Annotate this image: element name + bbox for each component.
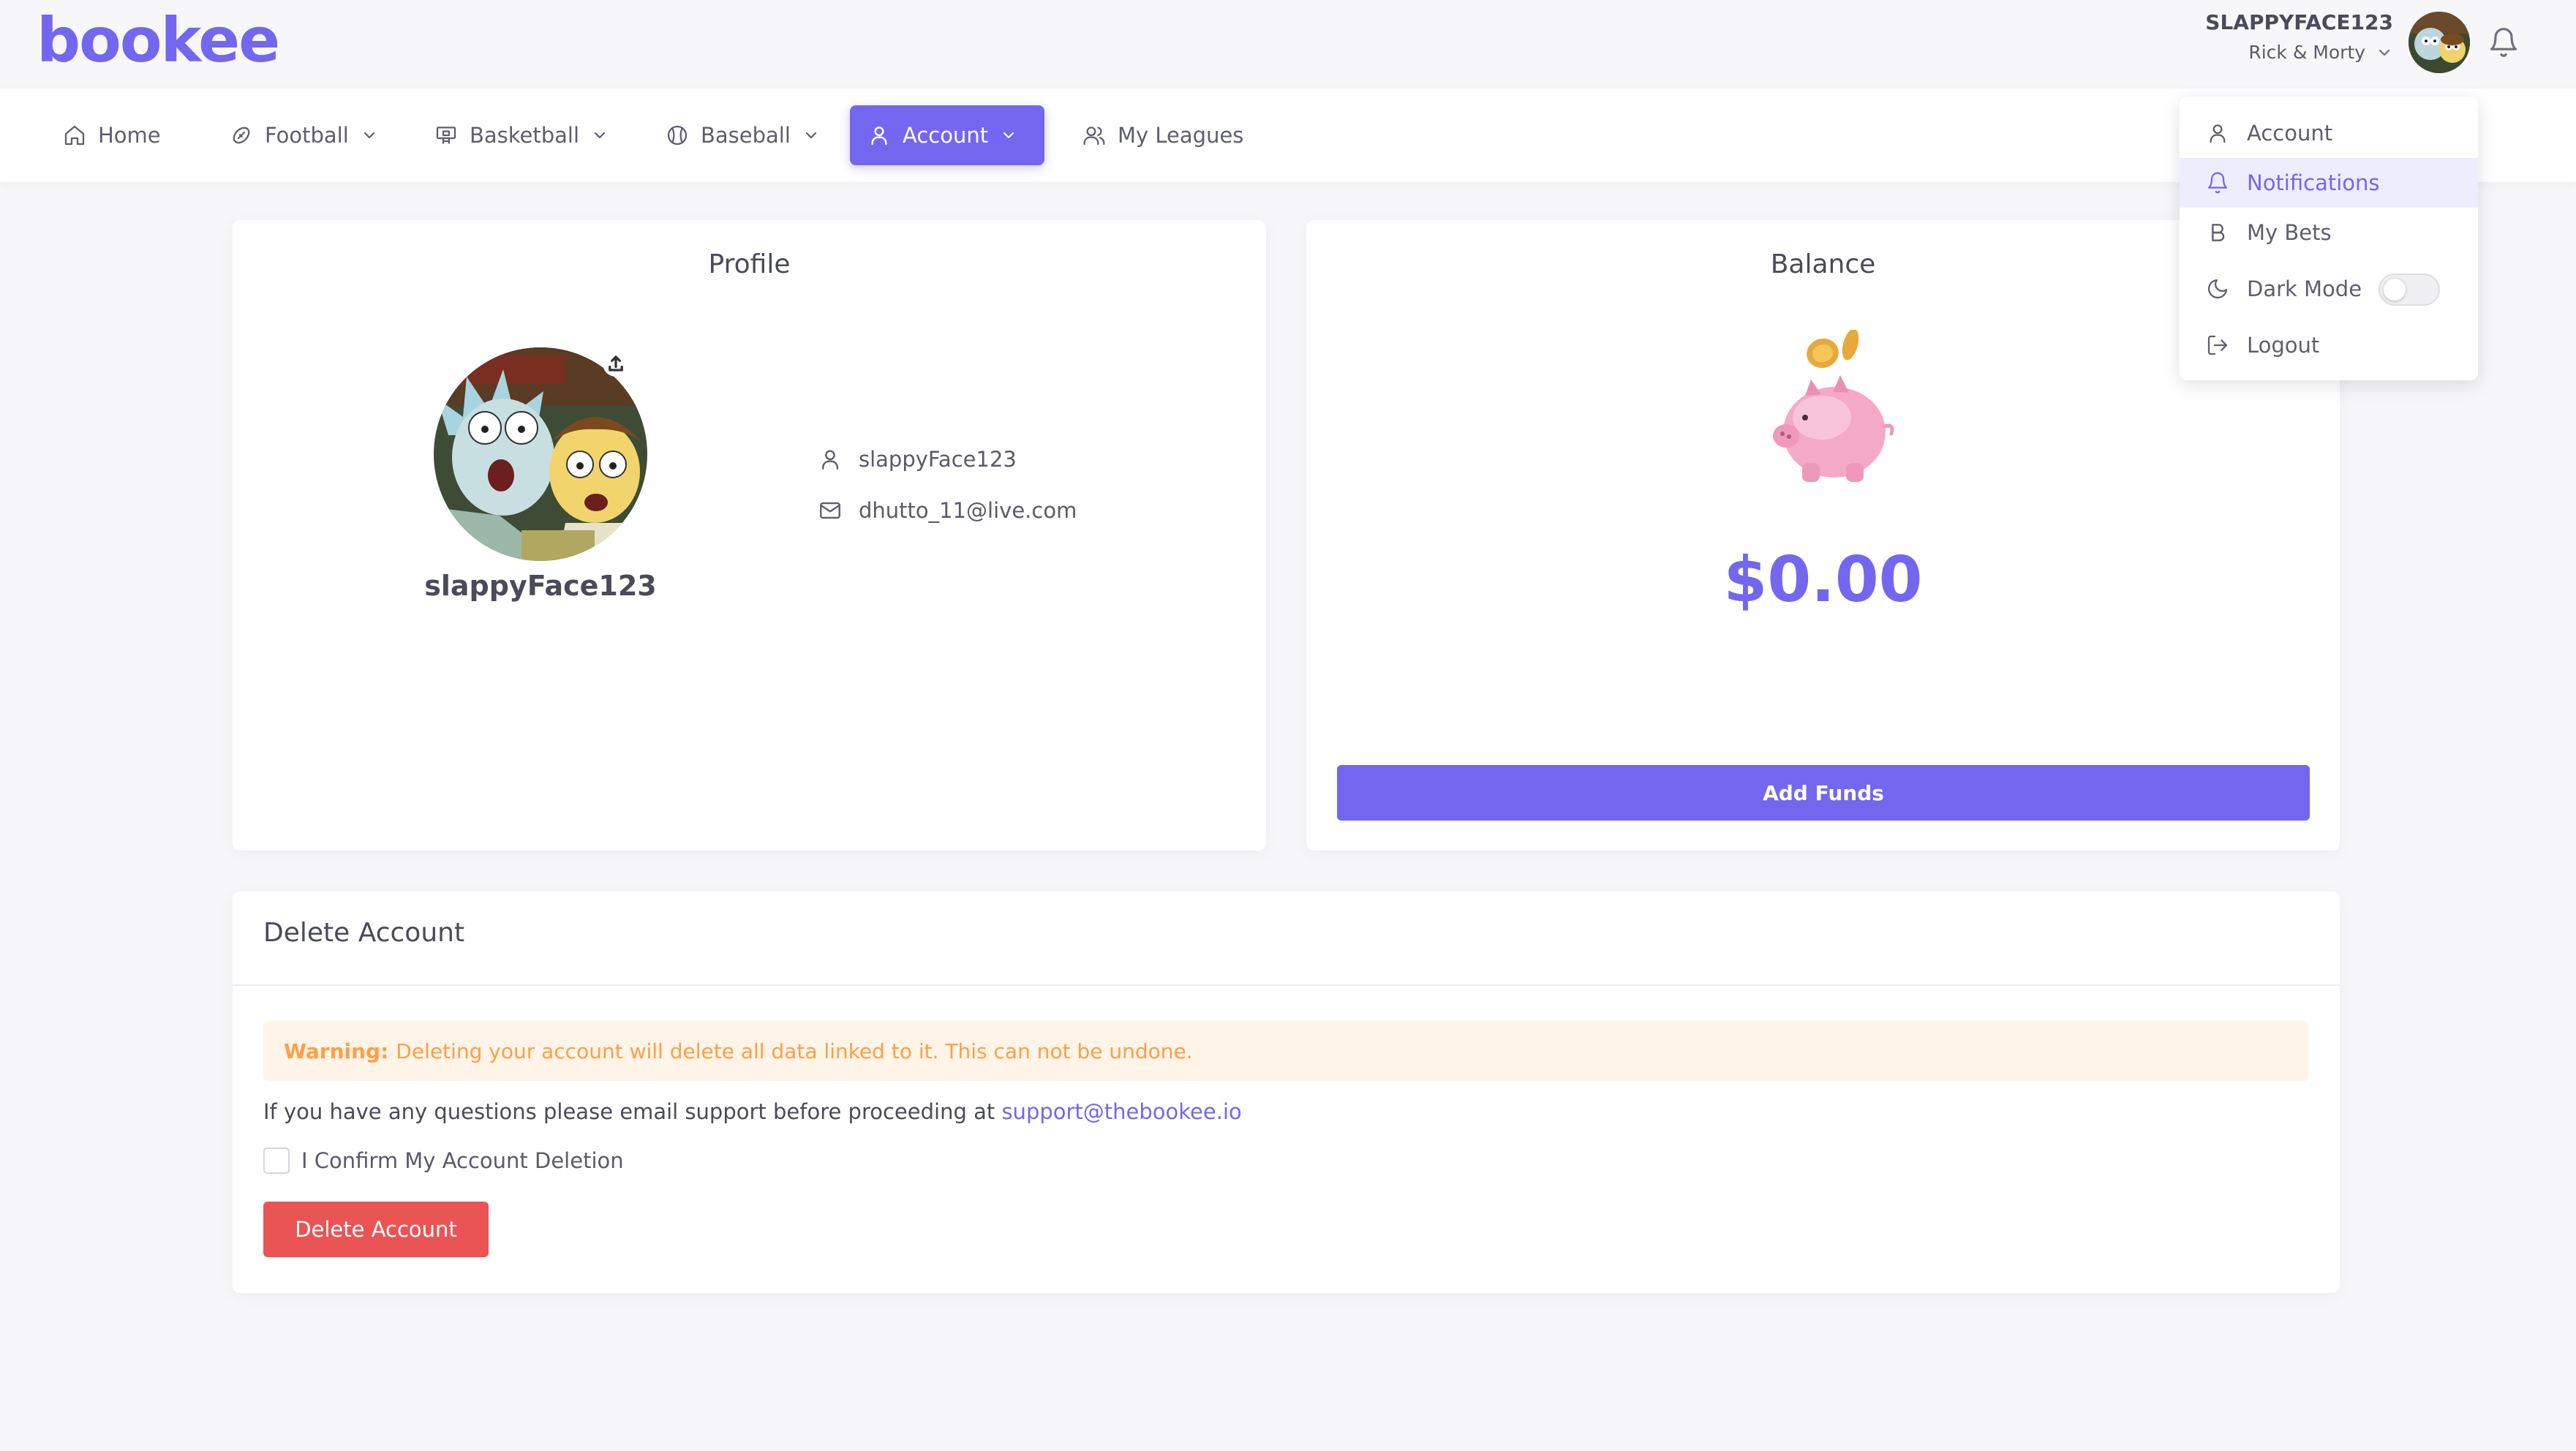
balance-amount: $0.00 — [1723, 543, 1923, 617]
nav-account[interactable]: Account — [850, 105, 1044, 165]
warning-text: Deleting your account will delete all da… — [396, 1039, 1193, 1063]
menu-item-dark-mode-label: Dark Mode — [2247, 276, 2362, 301]
chevron-down-icon — [802, 127, 820, 144]
user-info[interactable]: SLAPPYFACE123 Rick & Morty — [2205, 10, 2393, 63]
user-icon — [818, 447, 843, 472]
nav-account-label: Account — [903, 123, 989, 148]
top-header: bookee SLAPPYFACE123 Rick & Morty — [0, 0, 2576, 88]
confirm-deletion-label[interactable]: I Confirm My Account Deletion — [301, 1148, 624, 1173]
upload-icon[interactable] — [603, 350, 629, 377]
piggy-bank-icon — [1760, 330, 1899, 491]
profile-card: Profile slappyFace123 slappyFace123 dhut… — [233, 220, 1266, 851]
warning-alert: Warning: Deleting your account will dele… — [263, 1021, 2308, 1081]
user-avatar[interactable] — [2409, 12, 2470, 73]
menu-item-account[interactable]: Account — [2180, 108, 2478, 158]
menu-item-my-bets[interactable]: My Bets — [2180, 208, 2478, 257]
chevron-down-icon — [591, 127, 609, 144]
confirm-deletion-row[interactable]: I Confirm My Account Deletion — [263, 1147, 624, 1174]
chevron-down-icon — [1000, 127, 1017, 144]
nav-home[interactable]: Home — [45, 105, 178, 165]
profile-username-row: slappyFace123 — [818, 447, 1017, 472]
menu-item-notifications-label: Notifications — [2247, 170, 2380, 195]
profile-display-name: slappyFace123 — [424, 570, 657, 602]
team-name: Rick & Morty — [2248, 42, 2365, 63]
football-icon — [230, 124, 253, 147]
bell-icon[interactable] — [2488, 26, 2520, 59]
dark-mode-toggle[interactable] — [2379, 274, 2440, 306]
logout-icon — [2206, 333, 2229, 357]
nav-my-leagues[interactable]: My Leagues — [1065, 105, 1261, 165]
support-email-link[interactable]: support@thebookee.io — [1001, 1099, 1241, 1124]
support-question: If you have any questions please email s… — [263, 1099, 1242, 1124]
nav-my-leagues-label: My Leagues — [1118, 123, 1244, 148]
mail-icon — [818, 498, 843, 523]
profile-email-row: dhutto_11@live.com — [818, 498, 1077, 523]
menu-item-logout-label: Logout — [2247, 333, 2320, 358]
nav-football[interactable]: Football — [212, 105, 396, 165]
menu-item-account-label: Account — [2247, 121, 2333, 146]
toggle-knob — [2384, 279, 2406, 301]
divider — [233, 984, 2340, 986]
support-question-text: If you have any questions please email s… — [263, 1099, 995, 1124]
moon-icon — [2206, 277, 2229, 301]
nav-home-label: Home — [98, 123, 161, 148]
profile-email: dhutto_11@live.com — [859, 498, 1077, 523]
menu-item-notifications[interactable]: Notifications — [2180, 158, 2478, 208]
warning-label: Warning: — [284, 1039, 389, 1063]
user-icon — [2206, 121, 2229, 145]
chevron-down-icon — [361, 127, 378, 144]
home-icon — [63, 124, 86, 147]
menu-item-logout[interactable]: Logout — [2180, 320, 2478, 370]
app-logo[interactable]: bookee — [37, 4, 280, 76]
confirm-deletion-checkbox[interactable] — [263, 1147, 290, 1174]
bold-b-icon — [2206, 221, 2229, 244]
menu-item-my-bets-label: My Bets — [2247, 220, 2332, 245]
team-selector[interactable]: Rick & Morty — [2205, 42, 2393, 63]
delete-account-button[interactable]: Delete Account — [263, 1202, 489, 1257]
baseball-icon — [666, 124, 689, 147]
menu-item-dark-mode[interactable]: Dark Mode — [2180, 257, 2478, 320]
chevron-down-icon — [2376, 44, 2393, 61]
profile-card-title: Profile — [708, 249, 791, 279]
delete-account-title: Delete Account — [263, 918, 465, 948]
user-dropdown-menu: Account Notifications My Bets Dark Mode … — [2180, 97, 2478, 380]
basketball-icon — [434, 124, 458, 147]
user-name: SLAPPYFACE123 — [2205, 10, 2393, 34]
nav-baseball[interactable]: Baseball — [648, 105, 837, 165]
profile-username: slappyFace123 — [859, 447, 1017, 472]
users-icon — [1082, 124, 1106, 147]
nav-basketball-label: Basketball — [470, 123, 580, 148]
profile-avatar — [434, 347, 647, 561]
nav-baseball-label: Baseball — [701, 123, 791, 148]
delete-account-card: Delete Account Warning: Deleting your ac… — [233, 892, 2340, 1293]
nav-football-label: Football — [265, 123, 349, 148]
user-icon — [867, 124, 891, 147]
bell-icon — [2206, 171, 2229, 195]
nav-basketball[interactable]: Basketball — [417, 105, 626, 165]
add-funds-button[interactable]: Add Funds — [1337, 765, 2310, 821]
